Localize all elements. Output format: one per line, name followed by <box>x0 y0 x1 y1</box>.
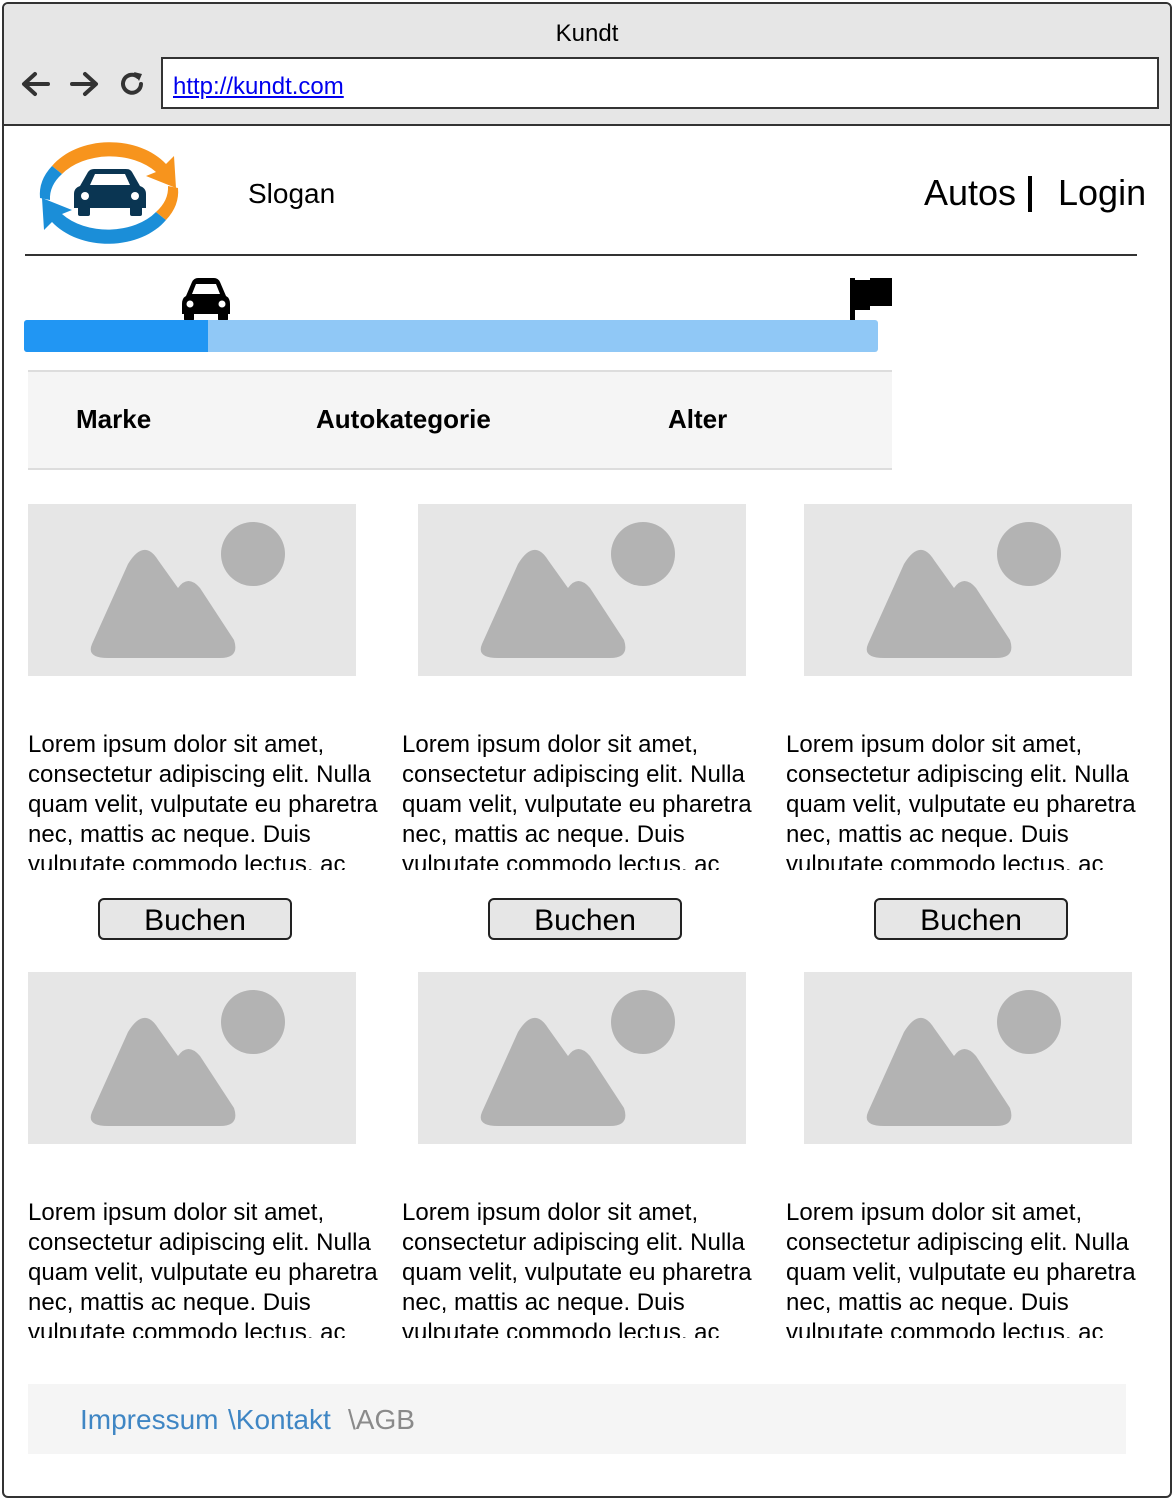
nav-autos[interactable]: Autos <box>924 172 1016 214</box>
footer-impressum-link[interactable]: Impressum <box>80 1404 218 1436</box>
card-description: Lorem ipsum dolor sit amet, consectetur … <box>786 731 1136 870</box>
buchen-button[interactable]: Buchen <box>874 898 1068 940</box>
image-placeholder-icon <box>28 504 356 676</box>
forward-arrow-icon[interactable] <box>66 66 102 102</box>
card-description: Lorem ipsum dolor sit amet, consectetur … <box>402 731 752 870</box>
buchen-button[interactable]: Buchen <box>488 898 682 940</box>
slogan: Slogan <box>248 178 336 209</box>
browser-chrome: Kundt http://kundt.com <box>4 4 1170 126</box>
reload-icon[interactable] <box>114 66 150 102</box>
image-placeholder-icon <box>804 504 1132 676</box>
nav-login[interactable]: Login <box>1058 172 1146 214</box>
progress-fill <box>24 320 208 352</box>
back-arrow-icon[interactable] <box>18 66 54 102</box>
address-bar[interactable]: http://kundt.com <box>161 57 1159 109</box>
image-placeholder-icon <box>418 504 746 676</box>
image-placeholder-icon <box>418 972 746 1144</box>
filter-bar: Marke Autokategorie Alter <box>28 370 892 470</box>
card-description: Lorem ipsum dolor sit amet, consectetur … <box>786 1199 1136 1338</box>
nav-separator <box>1028 176 1032 212</box>
header-divider <box>25 254 1137 256</box>
footer-kontakt-link[interactable]: \Kontakt <box>228 1404 331 1436</box>
filter-autokategorie[interactable]: Autokategorie <box>316 404 491 435</box>
footer: Impressum \Kontakt \AGB <box>28 1384 1126 1454</box>
window-title: Kundt <box>555 20 619 47</box>
browser-window: Kundt http://kundt.com Slogan Autos Logi… <box>2 2 1172 1498</box>
image-placeholder-icon <box>804 972 1132 1144</box>
filter-marke[interactable]: Marke <box>76 404 151 435</box>
kundt-logo[interactable] <box>34 138 184 248</box>
buchen-button[interactable]: Buchen <box>98 898 292 940</box>
filter-alter[interactable]: Alter <box>668 404 727 435</box>
footer-agb-link[interactable]: \AGB <box>348 1404 415 1436</box>
url-link[interactable]: http://kundt.com <box>173 73 344 101</box>
booking-progress-bar <box>24 320 878 352</box>
image-placeholder-icon <box>28 972 356 1144</box>
card-description: Lorem ipsum dolor sit amet, consectetur … <box>28 731 378 870</box>
card-description: Lorem ipsum dolor sit amet, consectetur … <box>402 1199 752 1338</box>
car-icon <box>182 278 230 321</box>
card-description: Lorem ipsum dolor sit amet, consectetur … <box>28 1199 378 1338</box>
